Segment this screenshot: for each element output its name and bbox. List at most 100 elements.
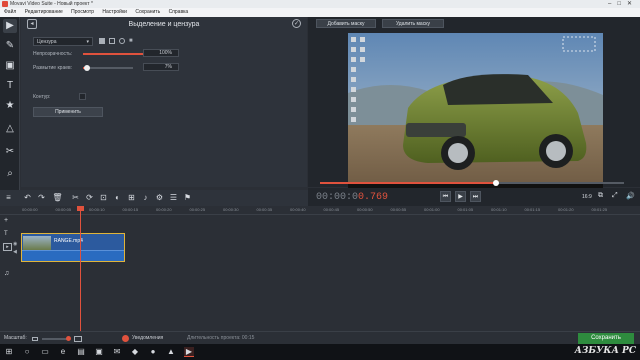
mode-dropdown[interactable]: Цензура ▾ (33, 37, 93, 46)
mute-icon[interactable]: ◀ (13, 249, 17, 255)
color-icon[interactable]: ◐ (112, 192, 123, 203)
store-icon[interactable]: ▣ (94, 347, 104, 357)
shape-more-icon[interactable]: ■ (129, 38, 135, 44)
menu-settings[interactable]: Настройки (102, 9, 127, 15)
video-preview[interactable] (348, 33, 603, 190)
menu-help[interactable]: Справка (169, 9, 189, 15)
visibility-icon[interactable]: ◉ (13, 241, 17, 247)
prev-frame-icon[interactable]: ⏮ (440, 191, 451, 202)
list-icon[interactable]: ☰ (168, 192, 179, 203)
notification-icon (122, 335, 129, 342)
timeline-ruler[interactable]: 00:00:00 00:00:05 00:00:10 00:00:15 00:00:20… (0, 206, 640, 215)
stickers-icon[interactable]: ★ (3, 99, 17, 113)
rotate-icon[interactable]: ⟳ (84, 192, 95, 203)
ruler-tick: 00:01:20 (558, 207, 574, 212)
menu-icon[interactable]: ≡ (3, 192, 14, 203)
audio-icon[interactable]: ♪ (140, 192, 151, 203)
start-icon[interactable]: ⊞ (4, 347, 14, 357)
menu-file[interactable]: Файл (4, 9, 16, 15)
video-clip[interactable]: RANGE.mp4 (21, 233, 125, 262)
fullscreen-icon[interactable]: ⤢ (612, 192, 618, 200)
crop-icon[interactable]: ⊡ (98, 192, 109, 203)
next-frame-icon[interactable]: ⏭ (470, 191, 481, 202)
timeline-toolbar: ≡ ↶ ↷ 🗑 ✂ ⟳ ⊡ ◐ ⊞ ♪ ⚙ ☰ ⚑ (0, 190, 308, 206)
playhead-line (80, 206, 81, 336)
app-icon-3[interactable]: ▲ (166, 347, 176, 357)
notifications-label[interactable]: Уведомления (132, 335, 163, 341)
flag-icon[interactable]: ⚑ (182, 192, 193, 203)
ruler-tick: 00:01:25 (591, 207, 608, 212)
add-track-icon[interactable]: + (4, 217, 8, 224)
clip-thumbnail (23, 236, 51, 250)
blur-knob[interactable] (83, 65, 90, 71)
snapshot-icon[interactable]: ⧉ (598, 192, 603, 200)
zoom-knob[interactable] (66, 336, 71, 341)
outline-label: Контур: (33, 94, 51, 100)
add-mask-button[interactable]: Добавить маску (316, 19, 376, 28)
browser-icon[interactable]: e (58, 347, 68, 357)
text-track-icon: T (4, 231, 8, 237)
movavi-taskbar-icon[interactable]: ▶ (184, 347, 194, 357)
app-icon-1[interactable]: ◆ (130, 347, 140, 357)
ruler-tick: 00:00:25 (189, 207, 206, 212)
undo-icon[interactable]: ↶ (22, 192, 33, 203)
close-icon[interactable]: ✓ (292, 19, 301, 28)
zoom-slider[interactable] (42, 336, 71, 341)
timeline-tracks[interactable]: + T ▸ ◉ ◀ ♫ RANGE.mp4 (0, 215, 640, 330)
menu-save[interactable]: Сохранить (135, 9, 160, 15)
shape-square-icon[interactable] (109, 38, 115, 44)
ruler-tick: 00:00:30 (223, 207, 239, 212)
preview-scrubber[interactable] (320, 180, 624, 186)
blur-label: Размытие краев: (33, 65, 73, 71)
titles-icon[interactable]: T (3, 79, 17, 93)
timecode-dim: 00:00:0 (316, 192, 359, 203)
menu-edit[interactable]: Редактирование (25, 9, 63, 15)
zoom-label: Масштаб: (4, 335, 27, 341)
split-icon[interactable]: ✂ (70, 192, 81, 203)
mail-icon[interactable]: ✉ (112, 347, 122, 357)
preview-area: Добавить маску Удалить маску (308, 17, 640, 190)
app-icon-2[interactable]: ● (148, 347, 158, 357)
import-icon[interactable]: ▶ (3, 19, 17, 33)
blur-value[interactable]: 7% (143, 63, 179, 71)
timecode-main: 0.769 (358, 192, 389, 203)
save-button[interactable]: Сохранить (578, 333, 634, 344)
panel-title: Выделение и цензура (128, 21, 200, 28)
timecode: 00:00:00.769 (316, 192, 388, 203)
shape-square-filled-icon[interactable] (99, 38, 105, 44)
shape-circle-icon[interactable] (119, 38, 125, 44)
delete-icon[interactable]: 🗑 (52, 192, 63, 203)
zoom-in-icon[interactable] (74, 336, 82, 342)
zoom-icon[interactable]: ⌕ (3, 167, 17, 181)
ruler-tick: 00:01:15 (524, 207, 541, 212)
video-frame (348, 33, 603, 190)
settings-icon[interactable]: ⚙ (154, 192, 165, 203)
folder-icon[interactable]: ▤ (76, 347, 86, 357)
filters-icon[interactable]: ✎ (3, 39, 17, 53)
menu-view[interactable]: Просмотр (71, 9, 94, 15)
play-icon[interactable]: ▶ (455, 191, 466, 202)
windows-taskbar: ⊞ ○ ▭ e ▤ ▣ ✉ ◆ ● ▲ ▶ АЗБУКА РС (0, 344, 640, 360)
delete-mask-button[interactable]: Удалить маску (382, 19, 444, 28)
blur-slider[interactable] (83, 65, 133, 71)
ruler-tick: 00:01:05 (457, 207, 474, 212)
search-icon[interactable]: ○ (22, 347, 32, 357)
zoom-out-icon[interactable] (32, 337, 38, 341)
motion-icon[interactable]: ✂ (3, 145, 17, 159)
ruler-tick: 00:00:45 (323, 207, 340, 212)
transition-icon[interactable]: ⊞ (126, 192, 137, 203)
redo-icon[interactable]: ↷ (36, 192, 47, 203)
title-bar: Movavi Video Suite - Новый проект * –□✕ (0, 0, 640, 8)
menu-bar: Файл Редактирование Просмотр Настройки С… (0, 8, 640, 17)
playback-bar: 00:00:00.769 ⏮ ▶ ⏭ 16:9 ⧉ ⤢ 🔊 (308, 188, 640, 206)
shapes-icon[interactable]: △ (3, 122, 17, 136)
apply-button[interactable]: Применить (33, 107, 103, 117)
window-controls[interactable]: –□✕ (608, 0, 638, 8)
aspect-ratio[interactable]: 16:9 (582, 194, 592, 200)
volume-icon[interactable]: 🔊 (626, 192, 635, 200)
outline-color-box[interactable] (79, 93, 86, 100)
task-view-icon[interactable]: ▭ (40, 347, 50, 357)
opacity-value[interactable]: 100% (143, 49, 179, 57)
transitions-icon[interactable]: ▣ (3, 59, 17, 73)
status-bar: Масштаб: Уведомления Длительность проект… (0, 331, 640, 344)
